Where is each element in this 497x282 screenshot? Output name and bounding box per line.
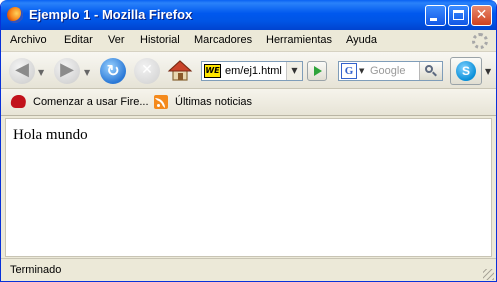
url-input[interactable]: em/ej1.html [225, 65, 285, 77]
url-bar[interactable]: WE em/ej1.html ▼ [201, 61, 303, 81]
home-icon [167, 60, 193, 81]
menu-ver[interactable]: Ver [108, 34, 125, 46]
page-text: Hola mundo [13, 127, 88, 143]
back-history-dropdown[interactable]: ▼ [38, 68, 44, 77]
bookmark-label: Últimas noticias [175, 96, 253, 108]
mozilla-icon [9, 95, 28, 108]
menu-herramientas[interactable]: Herramientas [266, 34, 332, 46]
menu-ayuda[interactable]: Ayuda [346, 34, 377, 46]
window-title: Ejemplo 1 - Mozilla Firefox [29, 7, 193, 22]
back-button[interactable]: ◀ [9, 58, 35, 84]
menu-historial[interactable]: Historial [140, 34, 180, 46]
go-arrow-icon [314, 66, 322, 76]
skype-button[interactable]: S [450, 57, 482, 85]
status-text: Terminado [10, 264, 62, 276]
search-bar[interactable]: G ▼ Google [338, 61, 443, 81]
resize-grip[interactable] [483, 269, 494, 280]
bookmarks-toolbar: Comenzar a usar Fire... Últimas noticias [1, 89, 496, 116]
menu-bar: Archivo Editar Ver Historial Marcadores … [1, 30, 496, 52]
browser-window: Ejemplo 1 - Mozilla Firefox ✕ Archivo Ed… [0, 0, 497, 282]
go-button[interactable] [307, 61, 327, 81]
menu-editar[interactable]: Editar [64, 34, 93, 46]
forward-history-dropdown[interactable]: ▼ [84, 68, 90, 77]
maximize-icon [453, 10, 464, 20]
title-bar[interactable]: Ejemplo 1 - Mozilla Firefox ✕ [1, 0, 496, 30]
back-arrow-icon: ◀ [15, 59, 29, 80]
firefox-icon [7, 7, 23, 23]
forward-arrow-icon: ▶ [60, 59, 74, 80]
stop-icon: ✕ [141, 62, 153, 78]
home-button[interactable] [167, 58, 193, 84]
search-engine-icon[interactable]: G [341, 63, 357, 79]
reload-button[interactable]: ↻ [100, 58, 126, 84]
minimize-button[interactable] [425, 5, 446, 26]
search-engine-dropdown[interactable]: ▼ [359, 67, 364, 75]
forward-button[interactable]: ▶ [54, 58, 80, 84]
reload-icon: ↻ [106, 61, 120, 80]
stop-button[interactable]: ✕ [134, 58, 160, 84]
minimize-icon [430, 18, 437, 21]
skype-icon: S [456, 61, 476, 81]
chevron-down-icon: ▼ [291, 66, 298, 75]
search-input[interactable]: Google [370, 65, 405, 77]
close-icon: ✕ [475, 7, 488, 23]
rss-icon [154, 95, 168, 109]
menu-marcadores[interactable]: Marcadores [194, 34, 252, 46]
bookmark-label: Comenzar a usar Fire... [33, 96, 149, 108]
close-button[interactable]: ✕ [471, 5, 492, 26]
status-bar: Terminado [1, 258, 496, 281]
site-favicon: WE [204, 64, 221, 78]
page-content: Hola mundo [5, 118, 492, 257]
maximize-button[interactable] [448, 5, 469, 26]
search-button[interactable] [419, 62, 442, 80]
url-dropdown-button[interactable]: ▼ [286, 62, 302, 80]
throbber-icon [472, 33, 488, 49]
skype-dropdown[interactable]: ▼ [485, 67, 491, 76]
menu-archivo[interactable]: Archivo [10, 34, 47, 46]
